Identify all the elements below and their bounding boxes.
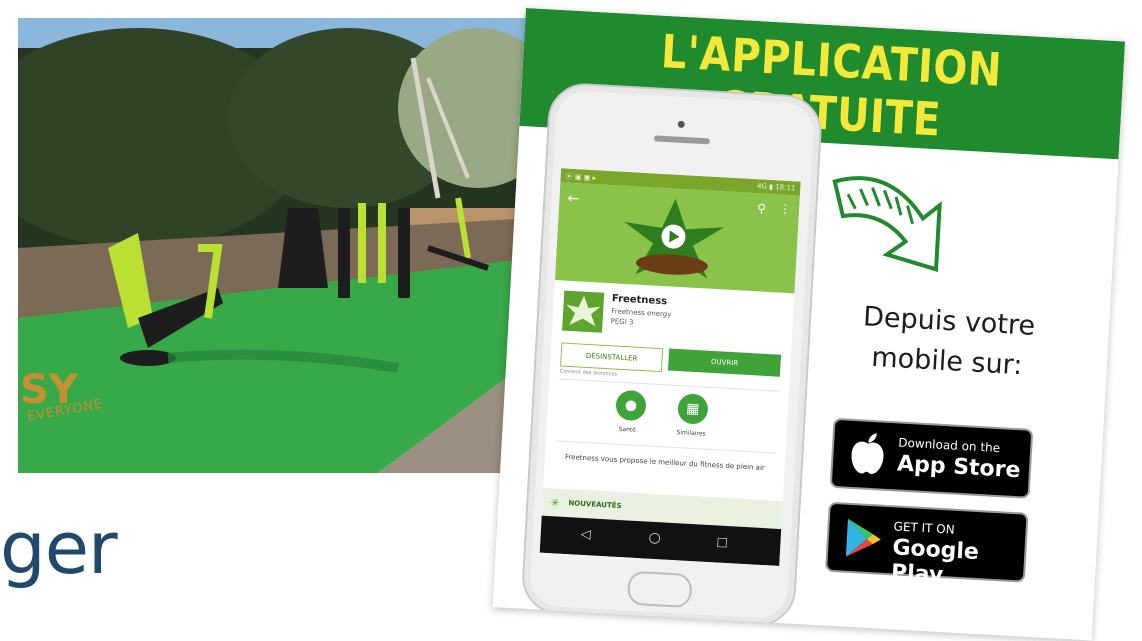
open-button[interactable]: OUVRIR xyxy=(667,348,782,377)
app-store-badge[interactable]: Download on the App Store xyxy=(829,417,1034,499)
status-icons-left: ⦿ ▣ ▣ ▸ xyxy=(565,172,597,183)
similar-apps-icon[interactable]: ▦ xyxy=(677,393,709,425)
divider xyxy=(559,378,780,392)
arrow-icon xyxy=(832,176,942,272)
phone-speaker xyxy=(653,135,711,145)
google-play-icon xyxy=(845,518,881,557)
page-title-fragment: ger xyxy=(0,506,118,590)
flyer-tagline: Depuis votre mobile sur: xyxy=(826,295,1070,388)
ads-note: Contient des annonces xyxy=(559,368,618,378)
nav-recent-icon[interactable]: □ xyxy=(716,534,728,549)
apple-icon xyxy=(851,433,884,475)
category-label: Santé xyxy=(618,425,637,434)
category-health-icon[interactable]: ● xyxy=(615,389,647,422)
app-description: Freetness vous propose le meilleur du fi… xyxy=(564,452,765,473)
phone-home-button xyxy=(626,570,693,609)
more-icon[interactable]: ⋮ xyxy=(779,201,792,216)
nav-back-icon[interactable]: ◁ xyxy=(580,527,591,543)
app-promo-flyer: L'APPLICATION GRATUITE ⦿ ▣ ▣ ▸ 4G ▮ 18:1… xyxy=(492,8,1126,641)
uninstall-button[interactable]: DÉSINSTALLER xyxy=(560,342,664,373)
back-icon[interactable]: ← xyxy=(567,191,580,208)
app-store-big-text: App Store xyxy=(896,451,1022,484)
store-app-header: ← ⚲ ⋮ xyxy=(554,182,800,294)
app-name: Freetness xyxy=(611,293,668,308)
phone-camera xyxy=(677,120,685,129)
smartphone-mockup: ⦿ ▣ ▣ ▸ 4G ▮ 18:11 ← ⚲ ⋮ Freetness Freet… xyxy=(520,81,824,628)
app-rating-badge: PEGI 3 xyxy=(610,317,634,327)
status-icons-right: 4G ▮ 18:11 xyxy=(756,182,796,193)
google-play-badge[interactable]: GET IT ON Google Play xyxy=(825,501,1029,588)
sparkle-icon: ✳ xyxy=(550,496,560,510)
google-play-small-text: GET IT ON xyxy=(893,519,956,537)
search-icon[interactable]: ⚲ xyxy=(757,201,767,215)
fitness-park-photo: SY EVERYONE xyxy=(18,18,533,473)
app-icon xyxy=(562,290,605,333)
whats-new-label: NOUVEAUTÉS xyxy=(568,499,622,511)
similar-label: Similaires xyxy=(676,429,706,438)
phone-screen: ⦿ ▣ ▣ ▸ 4G ▮ 18:11 ← ⚲ ⋮ Freetness Freet… xyxy=(539,168,801,567)
google-play-big-text: Google Play xyxy=(890,535,980,589)
nav-home-icon[interactable]: ○ xyxy=(648,530,661,547)
app-hero-logo xyxy=(624,198,725,279)
